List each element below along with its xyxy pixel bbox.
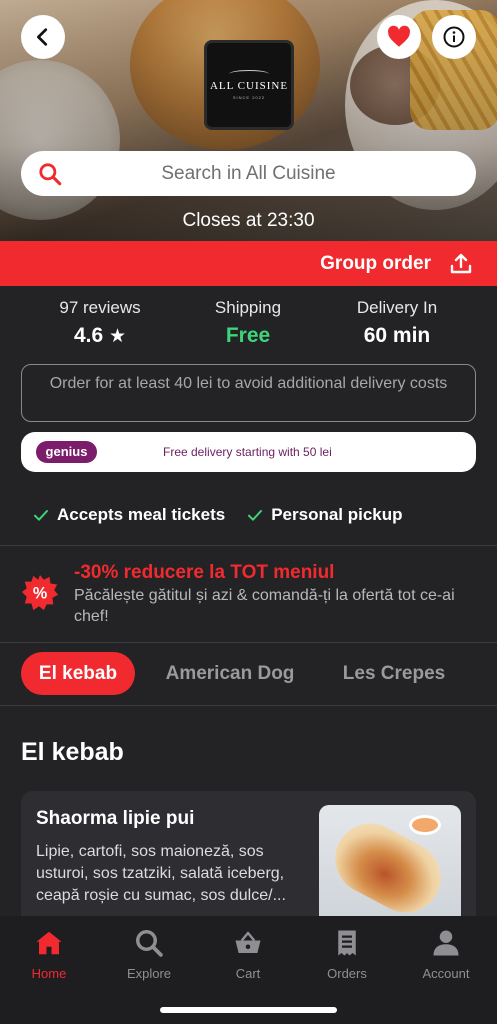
menu-item-card[interactable]: Shaorma lipie pui Lipie, cartofi, sos ma…	[21, 791, 476, 931]
check-icon	[248, 510, 263, 521]
nav-orders[interactable]: Orders	[302, 926, 392, 981]
dip-photo	[409, 815, 441, 835]
tab-american-dog[interactable]: American Dog	[157, 652, 303, 695]
reviews-count: 97 reviews	[59, 298, 141, 317]
feature-personal-pickup: Personal pickup	[247, 505, 403, 525]
back-button[interactable]	[21, 15, 65, 59]
divider	[0, 705, 497, 706]
person-icon	[433, 930, 459, 956]
menu-item-name: Shaorma lipie pui	[36, 808, 195, 829]
feature-meal-tickets: Accepts meal tickets	[33, 505, 225, 525]
promo-description: Păcălește gătitul și azi & comandă-ți la…	[74, 587, 455, 625]
search-icon	[39, 162, 62, 185]
info-icon	[443, 26, 465, 48]
heart-icon	[388, 25, 411, 47]
info-button[interactable]	[432, 15, 476, 59]
logo-since: SINCE 2022	[232, 95, 266, 100]
nav-cart[interactable]: Cart	[203, 926, 293, 981]
favorite-button[interactable]	[377, 15, 421, 59]
tab-les-crepes[interactable]: Les Crepes	[330, 652, 458, 695]
delivery-label: Delivery In	[356, 298, 438, 317]
nav-home[interactable]: Home	[4, 926, 94, 981]
menu-item-description: Lipie, cartofi, sos maioneză, sos usturo…	[36, 843, 286, 904]
minimum-order-notice: Order for at least 40 lei to avoid addit…	[21, 364, 476, 422]
basket-icon	[235, 931, 261, 953]
promo-title: -30% reducere la TOT meniul	[74, 562, 335, 583]
delivery-value: 60 min	[363, 324, 431, 347]
reviews-stat[interactable]: 97 reviews 4.6 ★	[40, 298, 160, 348]
tab-el-kebab[interactable]: El kebab	[21, 652, 135, 695]
menu-item-image	[319, 805, 461, 931]
group-order-label: Group order	[320, 252, 431, 274]
search-icon	[136, 930, 163, 957]
check-icon	[34, 510, 48, 521]
features-list: Accepts meal tickets Personal pickup	[33, 505, 425, 525]
group-order-button[interactable]: Group order	[0, 241, 497, 286]
search-placeholder: Search in All Cuisine	[161, 162, 336, 184]
rating-value: 4.6 ★	[73, 324, 127, 347]
shipping-stat: Shipping Free	[188, 298, 308, 348]
genius-badge: genius	[36, 441, 97, 463]
divider	[0, 642, 497, 643]
divider	[0, 545, 497, 546]
genius-banner[interactable]: genius Free delivery starting with 50 le…	[21, 432, 476, 472]
shipping-label: Shipping	[214, 298, 282, 317]
receipt-icon	[338, 930, 356, 956]
discount-badge-icon: %	[21, 574, 59, 611]
shipping-value: Free	[225, 324, 271, 347]
nav-explore[interactable]: Explore	[104, 926, 194, 981]
star-icon: ★	[109, 326, 127, 347]
section-title: El kebab	[21, 738, 124, 766]
genius-text: Free delivery starting with 50 lei	[163, 445, 332, 459]
logo-name: ALL CUISINE	[209, 80, 289, 92]
home-icon	[36, 931, 62, 955]
closing-time: Closes at 23:30	[182, 210, 315, 231]
chevron-left-icon	[37, 28, 48, 46]
share-icon	[450, 253, 472, 273]
nav-account[interactable]: Account	[401, 926, 491, 981]
delivery-stat: Delivery In 60 min	[332, 298, 462, 348]
home-indicator	[160, 1007, 337, 1013]
svg-text:%: %	[33, 585, 47, 603]
restaurant-logo: ALL CUISINE SINCE 2022	[204, 40, 294, 130]
search-input[interactable]: Search in All Cuisine	[21, 151, 476, 196]
